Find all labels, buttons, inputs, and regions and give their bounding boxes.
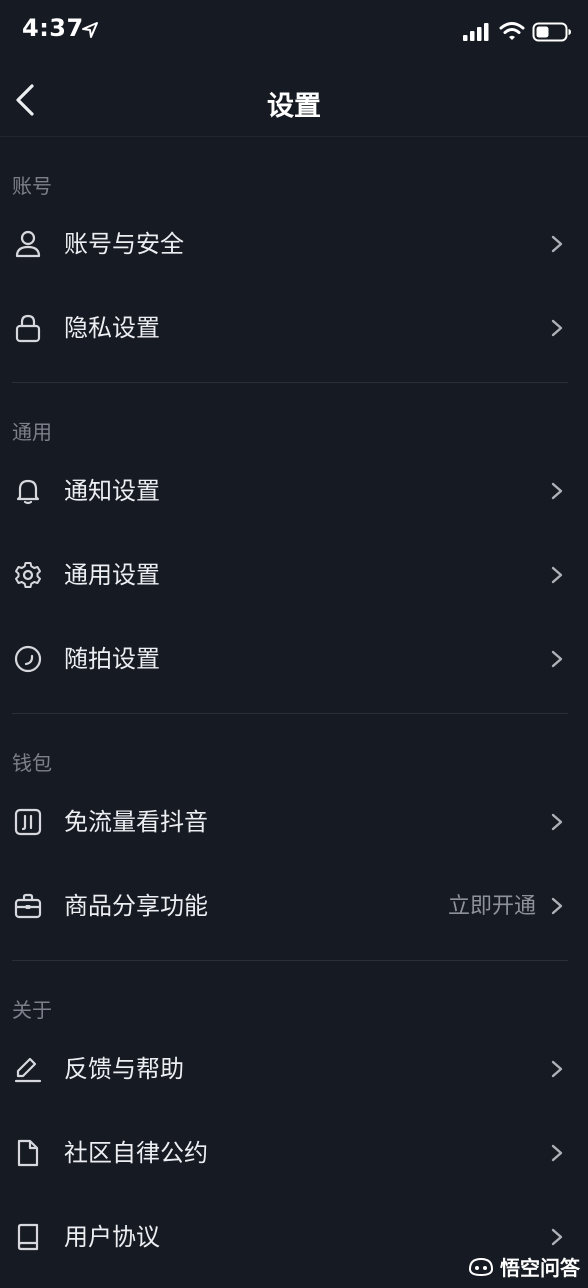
row-label: 商品分享功能 [64, 892, 208, 920]
settings-row-general[interactable]: 通用设置 [0, 533, 588, 617]
wifi-icon [499, 22, 525, 40]
status-bar: 4:37 [0, 0, 588, 62]
chevron-right-icon [551, 566, 563, 584]
chevron-right-icon [551, 1228, 563, 1246]
watermark: 悟空问答 [468, 1250, 580, 1282]
settings-row-notifications[interactable]: 通知设置 [0, 449, 588, 533]
settings-row-feedback[interactable]: 反馈与帮助 [0, 1027, 588, 1111]
row-label: 随拍设置 [64, 645, 160, 673]
pencil-icon [14, 1057, 42, 1083]
gear-icon [15, 562, 41, 588]
section-divider [12, 713, 568, 714]
section-header-account: 账号 [12, 174, 52, 198]
cellular-signal-icon [463, 23, 489, 41]
settings-row-privacy[interactable]: 隐私设置 [0, 286, 588, 370]
user-icon [15, 230, 41, 258]
book-icon [17, 1223, 39, 1251]
chevron-right-icon [551, 235, 563, 253]
chevron-right-icon [551, 813, 563, 831]
status-time: 4:37 [22, 14, 84, 42]
row-value-activate: 立即开通 [447, 894, 536, 919]
chevron-right-icon [551, 1060, 563, 1078]
lock-icon [15, 314, 41, 343]
section-header-wallet: 钱包 [12, 751, 52, 775]
row-label: 反馈与帮助 [64, 1055, 184, 1083]
settings-row-capture[interactable]: 随拍设置 [0, 617, 588, 701]
watermark-text: 悟空问答 [500, 1255, 580, 1280]
row-label: 免流量看抖音 [64, 808, 208, 836]
row-label: 通用设置 [64, 561, 160, 589]
row-label: 通知设置 [64, 477, 160, 505]
section-divider [12, 960, 568, 961]
settings-row-product-sharing[interactable]: 商品分享功能 立即开通 [0, 864, 588, 948]
chevron-right-icon [551, 319, 563, 337]
bell-icon [16, 479, 40, 505]
row-label: 用户协议 [64, 1223, 160, 1251]
row-label: 社区自律公约 [64, 1139, 208, 1167]
row-label: 账号与安全 [64, 230, 184, 258]
section-divider [12, 382, 568, 383]
page-title: 设置 [267, 91, 321, 122]
briefcase-icon [14, 893, 42, 919]
chevron-right-icon [551, 1144, 563, 1162]
chevron-right-icon [551, 897, 563, 915]
circle-capture-icon [14, 645, 42, 673]
settings-row-account-security[interactable]: 账号与安全 [0, 202, 588, 286]
nav-bar: 设置 [0, 62, 588, 137]
section-header-general: 通用 [12, 420, 52, 444]
settings-row-free-data[interactable]: 免流量看抖音 [0, 780, 588, 864]
row-label: 隐私设置 [64, 314, 160, 342]
wukong-logo-icon [468, 1257, 494, 1277]
settings-row-community-guidelines[interactable]: 社区自律公约 [0, 1111, 588, 1195]
chevron-right-icon [551, 482, 563, 500]
battery-icon [532, 22, 571, 42]
section-header-about: 关于 [12, 998, 52, 1022]
chevron-right-icon [551, 650, 563, 668]
location-arrow-icon [82, 22, 98, 38]
document-icon [17, 1139, 39, 1167]
data-card-icon [14, 808, 42, 836]
